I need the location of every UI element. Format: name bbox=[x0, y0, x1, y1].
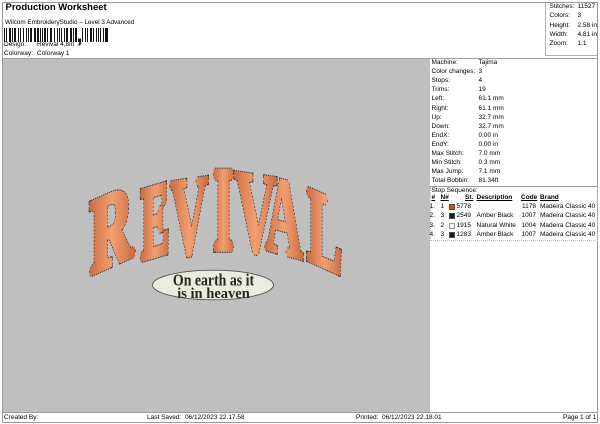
svg-text:L: L bbox=[307, 166, 342, 297]
svg-text:A: A bbox=[265, 151, 303, 283]
svg-text:E: E bbox=[141, 161, 169, 282]
svg-text:R: R bbox=[90, 160, 133, 296]
svg-text:is in heaven: is in heaven bbox=[177, 286, 250, 302]
svg-text:I: I bbox=[213, 147, 233, 275]
svg-text:V: V bbox=[170, 152, 208, 280]
